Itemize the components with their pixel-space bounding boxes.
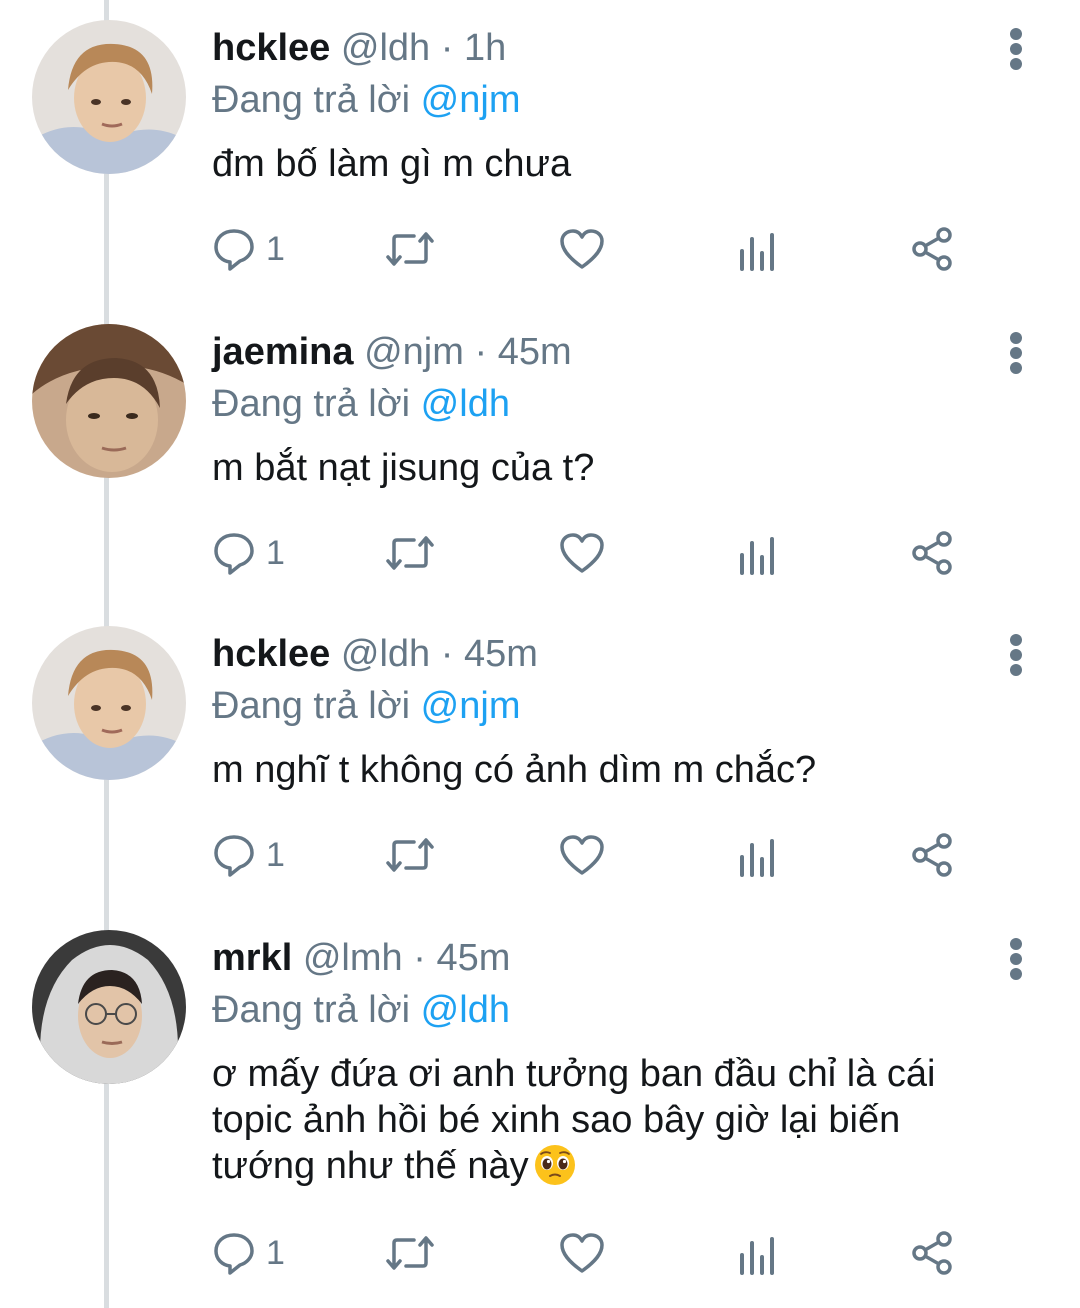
timestamp[interactable]: 1h bbox=[464, 27, 506, 69]
mention-link[interactable]: @ldh bbox=[421, 989, 510, 1031]
tweet-header: hcklee @ldh · 1h bbox=[212, 26, 506, 70]
tweet-header: hcklee @ldh · 45m bbox=[212, 632, 538, 676]
reply-count: 1 bbox=[266, 835, 285, 874]
action-bar: 1 bbox=[212, 528, 972, 578]
tweet-text: m bắt nạt jisung của t? bbox=[212, 447, 595, 489]
reply-button[interactable]: 1 bbox=[212, 528, 285, 578]
tweet-text-line: ơ mấy đứa ơi anh tưởng ban đầu chỉ là cá… bbox=[212, 1053, 936, 1095]
replying-to-label: Đang trả lời bbox=[212, 383, 411, 425]
replying-to: Đang trả lời @njm bbox=[212, 78, 520, 122]
timestamp[interactable]: 45m bbox=[498, 331, 572, 373]
reply-icon bbox=[214, 229, 254, 271]
analytics-icon bbox=[740, 537, 774, 575]
heart-icon bbox=[560, 533, 604, 573]
reply-count: 1 bbox=[266, 533, 285, 572]
analytics-icon bbox=[740, 233, 774, 271]
replying-to-label: Đang trả lời bbox=[212, 79, 411, 121]
retweet-icon bbox=[386, 536, 434, 570]
reply-icon bbox=[214, 1233, 254, 1275]
tweet-text: ơ mấy đứa ơi anh tưởng ban đầu chỉ là cá… bbox=[212, 1051, 1012, 1189]
display-name[interactable]: hcklee bbox=[212, 27, 330, 69]
avatar[interactable] bbox=[32, 930, 186, 1084]
display-name[interactable]: mrkl bbox=[212, 937, 292, 979]
reply-button[interactable]: 1 bbox=[212, 224, 285, 274]
reply-count: 1 bbox=[266, 1233, 285, 1272]
retweet-icon bbox=[386, 232, 434, 266]
user-handle[interactable]: @lmh bbox=[303, 937, 403, 979]
heart-icon bbox=[560, 229, 604, 269]
share-icon bbox=[912, 1231, 952, 1275]
tweet-header: mrkl @lmh · 45m bbox=[212, 936, 510, 980]
avatar[interactable] bbox=[32, 626, 186, 780]
analytics-button[interactable] bbox=[738, 224, 778, 274]
avatar[interactable] bbox=[32, 324, 186, 478]
replying-to: Đang trả lời @njm bbox=[212, 684, 520, 728]
tweet-text: m nghĩ t không có ảnh dìm m chắc? bbox=[212, 749, 817, 791]
reply-count: 1 bbox=[266, 229, 285, 268]
mention-link[interactable]: @njm bbox=[421, 79, 521, 121]
share-button[interactable] bbox=[910, 528, 954, 578]
share-icon bbox=[912, 531, 952, 575]
user-handle[interactable]: @ldh bbox=[341, 27, 430, 69]
retweet-button[interactable] bbox=[384, 830, 436, 880]
replying-to-label: Đang trả lời bbox=[212, 989, 411, 1031]
avatar[interactable] bbox=[32, 20, 186, 174]
analytics-button[interactable] bbox=[738, 1228, 778, 1278]
replying-to: Đang trả lời @ldh bbox=[212, 382, 510, 426]
action-bar: 1 bbox=[212, 1228, 972, 1278]
replying-to-label: Đang trả lời bbox=[212, 685, 411, 727]
share-icon bbox=[912, 227, 952, 271]
analytics-icon bbox=[740, 839, 774, 877]
user-handle[interactable]: @ldh bbox=[341, 633, 430, 675]
more-vertical-icon[interactable] bbox=[1004, 332, 1028, 374]
more-vertical-icon[interactable] bbox=[1004, 28, 1028, 70]
display-name[interactable]: hcklee bbox=[212, 633, 330, 675]
analytics-button[interactable] bbox=[738, 528, 778, 578]
heart-icon bbox=[560, 835, 604, 875]
tweet-text-line-content: tướng như thế này bbox=[212, 1145, 529, 1187]
analytics-icon bbox=[740, 1237, 774, 1275]
user-handle[interactable]: @njm bbox=[364, 331, 464, 373]
separator-dot: · bbox=[440, 27, 454, 69]
reply-icon bbox=[214, 835, 254, 877]
reply-button[interactable]: 1 bbox=[212, 830, 285, 880]
retweet-icon bbox=[386, 1236, 434, 1270]
like-button[interactable] bbox=[558, 830, 606, 880]
tweet-header: jaemina @njm · 45m bbox=[212, 330, 572, 374]
like-button[interactable] bbox=[558, 1228, 606, 1278]
tweet-text-line: tướng như thế này bbox=[212, 1143, 1012, 1189]
pleading-face-emoji bbox=[534, 1145, 575, 1185]
separator-dot: · bbox=[413, 937, 426, 979]
retweet-button[interactable] bbox=[384, 224, 436, 274]
tweet-text: đm bố làm gì m chưa bbox=[212, 143, 572, 185]
analytics-button[interactable] bbox=[738, 830, 778, 880]
mention-link[interactable]: @njm bbox=[421, 685, 521, 727]
share-button[interactable] bbox=[910, 1228, 954, 1278]
action-bar: 1 bbox=[212, 830, 972, 880]
like-button[interactable] bbox=[558, 528, 606, 578]
tweet-text-line: topic ảnh hồi bé xinh sao bây giờ lại bi… bbox=[212, 1099, 901, 1141]
separator-dot: · bbox=[440, 633, 454, 675]
share-icon bbox=[912, 833, 952, 877]
mention-link[interactable]: @ldh bbox=[421, 383, 510, 425]
more-vertical-icon[interactable] bbox=[1004, 634, 1028, 676]
reply-icon bbox=[214, 533, 254, 575]
share-button[interactable] bbox=[910, 224, 954, 274]
retweet-button[interactable] bbox=[384, 528, 436, 578]
reply-button[interactable]: 1 bbox=[212, 1228, 285, 1278]
timestamp[interactable]: 45m bbox=[464, 633, 538, 675]
heart-icon bbox=[560, 1233, 604, 1273]
display-name[interactable]: jaemina bbox=[212, 331, 354, 373]
retweet-icon bbox=[386, 838, 434, 872]
action-bar: 1 bbox=[212, 224, 972, 274]
share-button[interactable] bbox=[910, 830, 954, 880]
separator-dot: · bbox=[474, 331, 488, 373]
timestamp[interactable]: 45m bbox=[436, 937, 510, 979]
retweet-button[interactable] bbox=[384, 1228, 436, 1278]
like-button[interactable] bbox=[558, 224, 606, 274]
more-vertical-icon[interactable] bbox=[1004, 938, 1028, 980]
replying-to: Đang trả lời @ldh bbox=[212, 988, 510, 1032]
